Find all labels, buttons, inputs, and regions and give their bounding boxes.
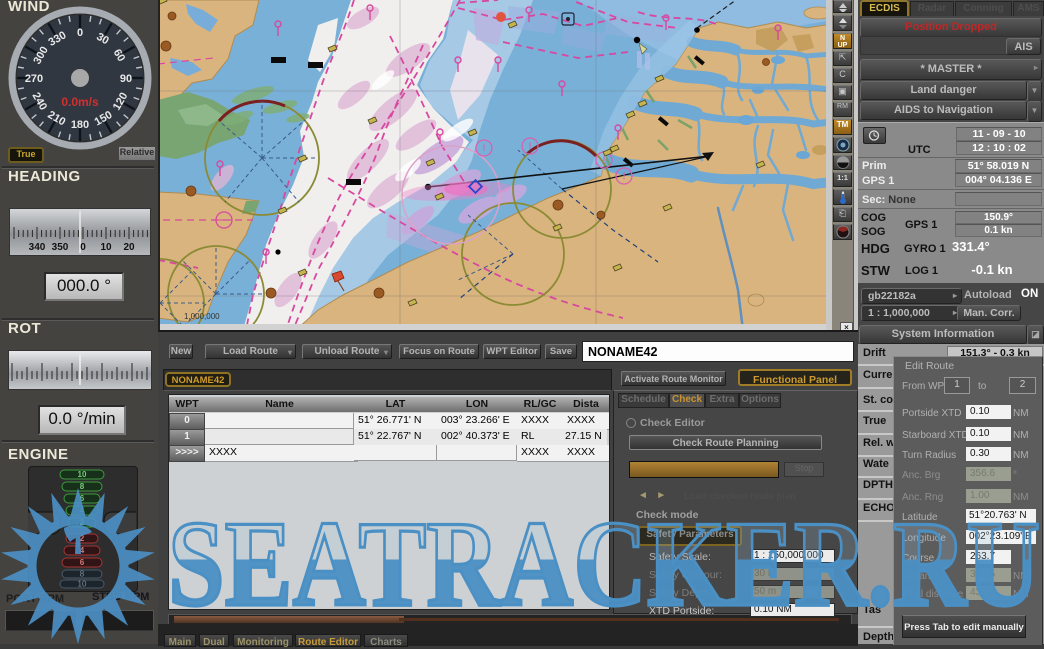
svg-text:0: 0	[80, 242, 86, 253]
svg-text:270: 270	[25, 73, 43, 85]
svg-text:!: !	[603, 155, 606, 165]
svg-text:10: 10	[78, 470, 87, 479]
svg-text:4: 4	[80, 506, 85, 515]
svg-text:2: 2	[80, 534, 85, 543]
svg-text:2: 2	[80, 518, 85, 527]
svg-text:180: 180	[71, 119, 89, 131]
svg-text:!: !	[483, 143, 486, 153]
svg-text:!: !	[529, 141, 532, 151]
svg-text:4: 4	[80, 546, 85, 555]
svg-text:6: 6	[80, 558, 85, 567]
svg-text:!: !	[623, 171, 626, 181]
svg-text:90: 90	[120, 73, 132, 85]
svg-text:8: 8	[80, 570, 85, 579]
svg-text:10: 10	[100, 242, 112, 253]
svg-text:350: 350	[52, 242, 69, 253]
svg-text:0.0m/s: 0.0m/s	[61, 95, 99, 109]
svg-text:0: 0	[77, 27, 83, 39]
svg-text:340: 340	[29, 242, 46, 253]
svg-text:10: 10	[78, 580, 87, 589]
svg-text:20: 20	[123, 242, 135, 253]
svg-text:8: 8	[80, 482, 85, 491]
svg-text:1,000,000: 1,000,000	[184, 312, 220, 321]
svg-text:6: 6	[80, 494, 85, 503]
